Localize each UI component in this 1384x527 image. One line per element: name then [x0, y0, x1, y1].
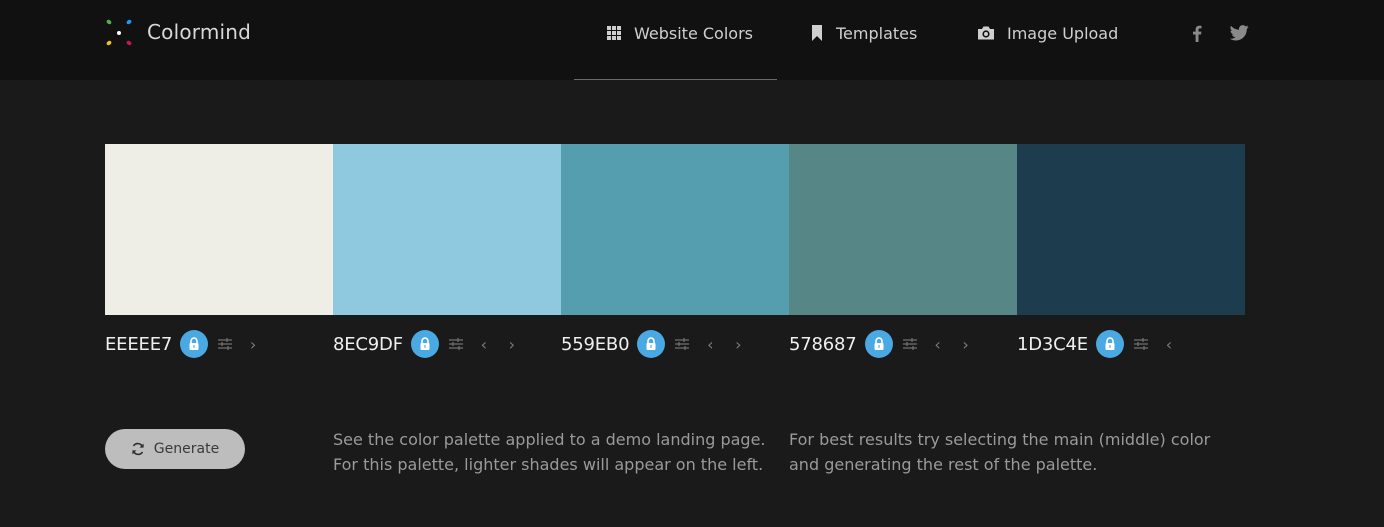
color-controls-4: 578687 ‹ ›: [789, 330, 985, 358]
chevron-right-icon[interactable]: ›: [503, 335, 521, 354]
sliders-icon: [218, 338, 233, 350]
sliders-icon: [675, 338, 690, 350]
info-demo-line-2: For this palette, lighter shades will ap…: [333, 455, 764, 474]
hex-code[interactable]: 559EB0: [561, 334, 630, 355]
adjust-button[interactable]: [673, 335, 691, 353]
bookmark-icon: [812, 25, 822, 41]
camera-icon: [978, 26, 994, 40]
color-controls-1: EEEEE7 ›: [105, 330, 272, 358]
adjust-button[interactable]: [1132, 335, 1150, 353]
twitter-icon: [1229, 25, 1249, 41]
twitter-link[interactable]: [1229, 23, 1249, 43]
nav-image-upload-label: Image Upload: [1007, 23, 1119, 43]
hex-code[interactable]: 8EC9DF: [333, 334, 403, 355]
palette-swatches: [105, 144, 1245, 315]
lock-button[interactable]: [410, 330, 439, 358]
chevron-left-icon[interactable]: ‹: [701, 335, 719, 354]
info-tip-line-1: For best results try selecting the main …: [789, 430, 1211, 449]
grid-icon: [607, 26, 621, 40]
generate-label: Generate: [153, 441, 220, 457]
chevron-left-icon[interactable]: ‹: [1160, 335, 1178, 354]
color-controls-3: 559EB0 ‹ ›: [561, 330, 757, 358]
nav-website-colors[interactable]: Website Colors: [606, 22, 753, 44]
lock-button[interactable]: [637, 330, 666, 358]
hex-code[interactable]: 578687: [789, 334, 857, 355]
lock-icon: [189, 337, 199, 350]
lock-button[interactable]: [864, 330, 893, 358]
brand-name[interactable]: Colormind: [147, 20, 251, 44]
swatch-5[interactable]: [1017, 144, 1245, 315]
swatch-1[interactable]: [105, 144, 333, 315]
chevron-right-icon[interactable]: ›: [729, 335, 747, 354]
chevron-right-icon[interactable]: ›: [957, 335, 975, 354]
lock-icon: [874, 337, 884, 350]
colormind-logo-icon[interactable]: [104, 18, 134, 48]
nav-image-upload[interactable]: Image Upload: [977, 22, 1118, 44]
color-controls-5: 1D3C4E ‹: [1017, 330, 1188, 358]
info-tip-text: For best results try selecting the main …: [789, 427, 1210, 477]
lock-icon: [646, 337, 656, 350]
lock-icon: [1105, 337, 1115, 350]
info-demo-line-1: See the color palette applied to a demo …: [333, 430, 766, 449]
generate-button[interactable]: Generate: [105, 429, 245, 469]
sliders-icon: [902, 338, 917, 350]
chevron-left-icon[interactable]: ‹: [475, 335, 493, 354]
lock-button[interactable]: [1095, 330, 1124, 358]
facebook-icon: [1193, 25, 1202, 42]
nav-templates[interactable]: Templates: [810, 22, 917, 44]
adjust-button[interactable]: [901, 335, 919, 353]
nav-templates-label: Templates: [836, 23, 918, 43]
lock-icon: [420, 337, 430, 350]
sliders-icon: [448, 338, 463, 350]
nav-active-indicator: [574, 79, 777, 80]
facebook-link[interactable]: [1187, 23, 1207, 43]
chevron-left-icon[interactable]: ‹: [929, 335, 947, 354]
swatch-4[interactable]: [789, 144, 1017, 315]
info-tip-line-2: and generating the rest of the palette.: [789, 455, 1098, 474]
color-controls-2: 8EC9DF ‹ ›: [333, 330, 531, 358]
info-demo-text: See the color palette applied to a demo …: [333, 427, 766, 477]
lock-button[interactable]: [180, 330, 209, 358]
swatch-3[interactable]: [561, 144, 789, 315]
nav-website-colors-label: Website Colors: [634, 23, 753, 43]
hex-code[interactable]: 1D3C4E: [1017, 334, 1088, 355]
top-navigation-bar: Colormind Website Colors Templates Image…: [0, 0, 1384, 80]
adjust-button[interactable]: [216, 335, 234, 353]
chevron-right-icon[interactable]: ›: [244, 335, 262, 354]
swatch-2[interactable]: [333, 144, 561, 315]
refresh-icon: [132, 442, 144, 456]
hex-code[interactable]: EEEEE7: [105, 334, 172, 355]
sliders-icon: [1133, 338, 1148, 350]
adjust-button[interactable]: [447, 335, 465, 353]
